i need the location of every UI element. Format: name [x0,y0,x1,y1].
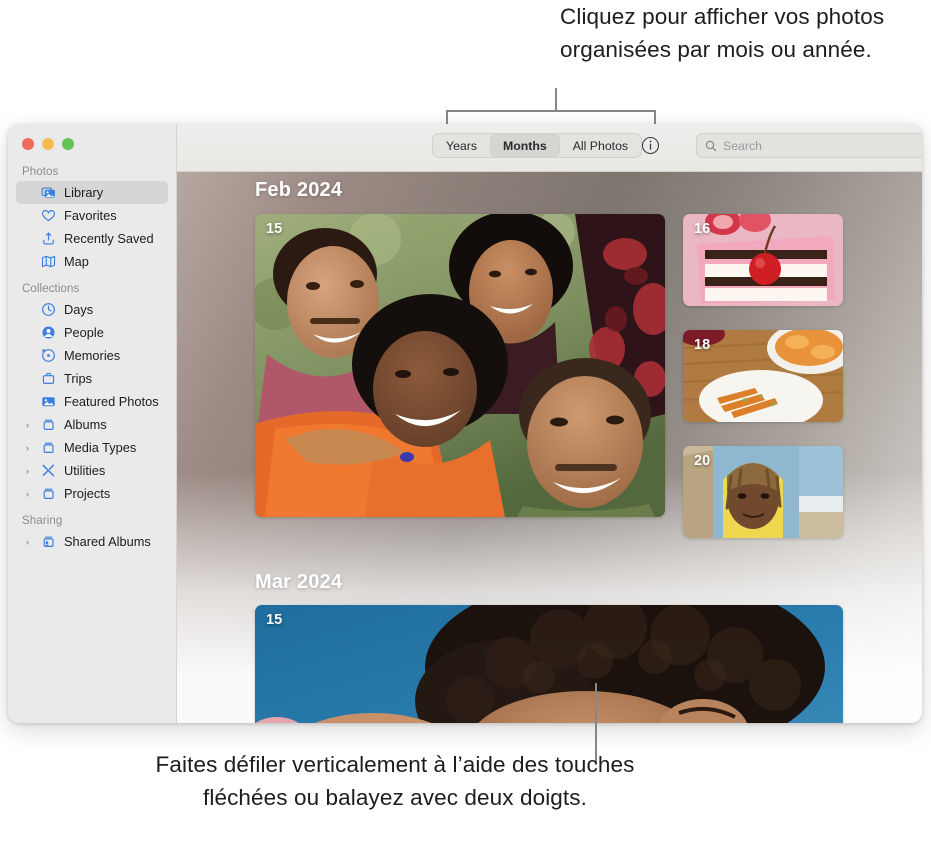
photos-app-window: Photos Library Favorites Recently Saved M… [8,124,922,723]
photo-tile[interactable]: 20 [683,446,843,538]
sidebar-item-label: Featured Photos [64,394,159,409]
album-icon [40,440,57,455]
search-field[interactable]: Search [696,133,922,158]
sidebar-item-label: Favorites [64,208,117,223]
sidebar-section-title: Collections [22,283,80,295]
sidebar-item-map[interactable]: Map [16,250,168,273]
sidebar-item-label: Shared Albums [64,534,151,549]
memories-icon [40,348,57,363]
sidebar-item-favorites[interactable]: Favorites [16,204,168,227]
search-input-placeholder: Search [723,138,762,153]
segment-months[interactable]: Months [490,134,560,157]
sidebar-item-trips[interactable]: Trips [16,367,168,390]
sidebar-item-people[interactable]: People [16,321,168,344]
info-icon [641,136,660,155]
month-header-feb: Feb 2024 [255,179,343,201]
search-icon [705,140,717,151]
recently-saved-icon [40,231,57,246]
sidebar-section-title: Sharing [22,515,63,527]
sidebar-item-label: People [64,325,104,340]
photo-tile[interactable]: 15 [255,605,843,723]
photo-day-badge: 16 [694,221,711,237]
photo-day-badge: 15 [266,221,283,237]
sidebar-item-memories[interactable]: Memories [16,344,168,367]
tools-icon [40,463,57,478]
sidebar-item-library[interactable]: Library [16,181,168,204]
sidebar-item-media-types[interactable]: › Media Types [16,436,168,459]
sidebar: Photos Library Favorites Recently Saved M… [8,124,177,723]
sidebar-item-recently-saved[interactable]: Recently Saved [16,227,168,250]
sidebar-item-albums[interactable]: › Albums [16,413,168,436]
photo-tile[interactable]: 18 [683,330,843,422]
toolbar: Years Months All Photos Search [177,124,922,172]
sidebar-item-shared-albums[interactable]: › Shared Albums [16,530,168,553]
map-icon [40,254,57,269]
sidebar-item-label: Days [64,302,94,317]
suitcase-icon [40,371,57,386]
window-controls [8,124,176,156]
library-icon [40,185,57,200]
photo-tile[interactable]: 16 [683,214,843,306]
callout-bottom-text: Faites défiler verticalement à l’aide de… [155,752,635,810]
sidebar-item-label: Trips [64,371,92,386]
photo-tile[interactable]: 15 [255,214,665,517]
sidebar-item-label: Projects [64,486,111,501]
clock-icon [40,302,57,317]
photo-day-badge: 15 [266,612,283,628]
sidebar-item-label: Utilities [64,463,106,478]
photo-icon [40,394,57,409]
photo-grid-scroll-area[interactable]: Feb 2024 15 16 18 20 Mar 2024 15 [177,171,922,723]
chevron-right-icon[interactable]: › [22,443,33,453]
info-button[interactable] [640,135,661,156]
close-button[interactable] [22,138,34,150]
month-header-mar: Mar 2024 [255,571,343,593]
content-area: YearsMonthsAll Photos Search Feb 2024 [177,124,922,723]
photo-image [255,214,665,517]
photo-image [255,605,843,723]
sidebar-item-featured-photos[interactable]: Featured Photos [16,390,168,413]
view-mode-segmented-control[interactable]: Years Months All Photos [432,133,643,158]
sidebar-item-projects[interactable]: › Projects [16,482,168,505]
sidebar-section-title: Photos [22,166,59,178]
sidebar-item-days[interactable]: Days [16,298,168,321]
sidebar-item-label: Map [64,254,89,269]
chevron-right-icon[interactable]: › [22,537,33,547]
sidebar-item-label: Recently Saved [64,231,154,246]
chevron-right-icon[interactable]: › [22,420,33,430]
sidebar-item-label: Memories [64,348,121,363]
photo-day-badge: 18 [694,337,711,353]
photo-day-badge: 20 [694,453,711,469]
segment-years[interactable]: Years [433,134,490,157]
callout-bracket-horizontal [446,110,656,112]
chevron-right-icon[interactable]: › [22,466,33,476]
zoom-button[interactable] [62,138,74,150]
callout-top-text: Cliquez pour afficher vos photos organis… [560,4,885,62]
minimize-button[interactable] [42,138,54,150]
chevron-right-icon[interactable]: › [22,489,33,499]
sidebar-item-utilities[interactable]: › Utilities [16,459,168,482]
callout-bracket-stem [555,88,557,111]
shared-album-icon [40,534,57,549]
sidebar-item-label: Media Types [64,440,137,455]
heart-icon [40,208,57,223]
album-icon [40,486,57,501]
sidebar-item-label: Library [64,185,104,200]
album-icon [40,417,57,432]
segment-all-photos[interactable]: All Photos [560,134,641,157]
person-icon [40,325,57,340]
sidebar-item-label: Albums [64,417,107,432]
